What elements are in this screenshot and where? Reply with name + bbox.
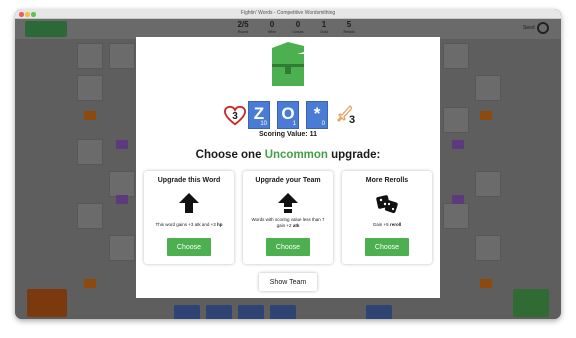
board-tile: [475, 75, 501, 101]
upgrade-card-team: Upgrade your Team Words with scoring val…: [243, 171, 333, 264]
seed-label: Seed: [523, 25, 535, 31]
board-tile: [109, 43, 135, 69]
treasure-chest-icon[interactable]: [84, 279, 96, 288]
board-tile: [475, 171, 501, 197]
atk-value: 3: [349, 114, 356, 126]
dice-icon: [376, 195, 398, 214]
board-tile: [443, 107, 469, 133]
top-bar: 2/5 Round 0 Wins 0 Losses 1 Gold 5 Rerolls Se…: [15, 19, 561, 39]
stat-round: 2/5 Round: [237, 20, 249, 34]
upgrade-card-rerolls: More Rerolls Gain +5 reroll Choose: [342, 171, 432, 264]
hp-value: 3: [232, 111, 238, 122]
treasure-chest-icon[interactable]: [452, 195, 464, 204]
treasure-chest-icon: [272, 42, 304, 86]
arrow-up-bar-icon: [278, 193, 298, 213]
board-tile: [77, 139, 103, 165]
rarity-label: Uncommon: [264, 149, 328, 161]
treasure-chest-icon[interactable]: [84, 111, 96, 120]
letter-tile: O 1: [277, 101, 299, 129]
choose-button[interactable]: Choose: [266, 238, 310, 256]
rack-letter-tile[interactable]: [270, 305, 296, 319]
board-tile: [443, 203, 469, 229]
card-title: More Rerolls: [365, 177, 409, 184]
board-tile: [475, 235, 501, 261]
rack-letter-tile[interactable]: [206, 305, 232, 319]
upgrade-card-word: Upgrade this Word This word gains +3 atk…: [144, 171, 234, 264]
arrow-up-icon: [179, 193, 199, 213]
stat-wins: 0 Wins: [268, 20, 276, 34]
board-tile: [109, 171, 135, 197]
show-team-button[interactable]: Show Team: [259, 273, 317, 291]
rack-letter-tile[interactable]: [174, 305, 200, 319]
hp-stat: 3: [223, 105, 247, 132]
treasure-chest-icon[interactable]: [116, 140, 128, 149]
treasure-chest-icon[interactable]: [452, 140, 464, 149]
letter-tile: * 0: [306, 101, 328, 129]
choose-button[interactable]: Choose: [365, 238, 409, 256]
upgrade-heading: Choose one Uncommon upgrade:: [195, 149, 381, 161]
fight-swords-button[interactable]: [513, 289, 549, 317]
tile-points: 1: [292, 121, 296, 127]
treasure-chest-icon[interactable]: [480, 111, 492, 120]
rack-letter-tile[interactable]: [238, 305, 264, 319]
board-tile: [109, 235, 135, 261]
treasure-chest-icon[interactable]: [116, 195, 128, 204]
reroll-dice-button[interactable]: [27, 289, 67, 317]
card-title: Upgrade your Team: [255, 177, 321, 184]
card-description: Words with scoring value less than 7 gai…: [251, 217, 325, 228]
stat-losses: 0 Losses: [292, 20, 304, 34]
word-hand: 3 Z 10 O 1 * 0 3: [223, 101, 356, 132]
card-title: Upgrade this Word: [157, 177, 221, 184]
board-tile: [443, 43, 469, 69]
board-tile: [77, 75, 103, 101]
treasure-chest-icon[interactable]: [480, 279, 492, 288]
card-description: This word gains +3 atk and +3 hp: [155, 222, 223, 227]
tile-points: 0: [321, 121, 325, 127]
stat-rerolls: 5 Rerolls: [343, 20, 355, 34]
card-description: Gain +5 reroll: [372, 222, 402, 227]
rack-letter-tile[interactable]: [366, 305, 392, 319]
tile-points: 10: [260, 121, 267, 127]
board-tile: [77, 203, 103, 229]
letter-tile: Z 10: [248, 101, 270, 129]
board-tile: [77, 43, 103, 69]
scoring-value: Scoring Value: 11: [259, 131, 317, 138]
settings-gear-icon[interactable]: [537, 22, 549, 34]
upgrade-modal: 3 Z 10 O 1 * 0 3 Scoring Value: 11 Choos…: [136, 37, 440, 298]
choose-button[interactable]: Choose: [167, 238, 211, 256]
title-bar: Fightin' Words - Competitive Wordsmithin…: [15, 9, 561, 19]
dice-menu-button[interactable]: [25, 21, 67, 37]
stat-gold: 1 Gold: [320, 20, 328, 34]
window-title: Fightin' Words - Competitive Wordsmithin…: [240, 10, 336, 16]
